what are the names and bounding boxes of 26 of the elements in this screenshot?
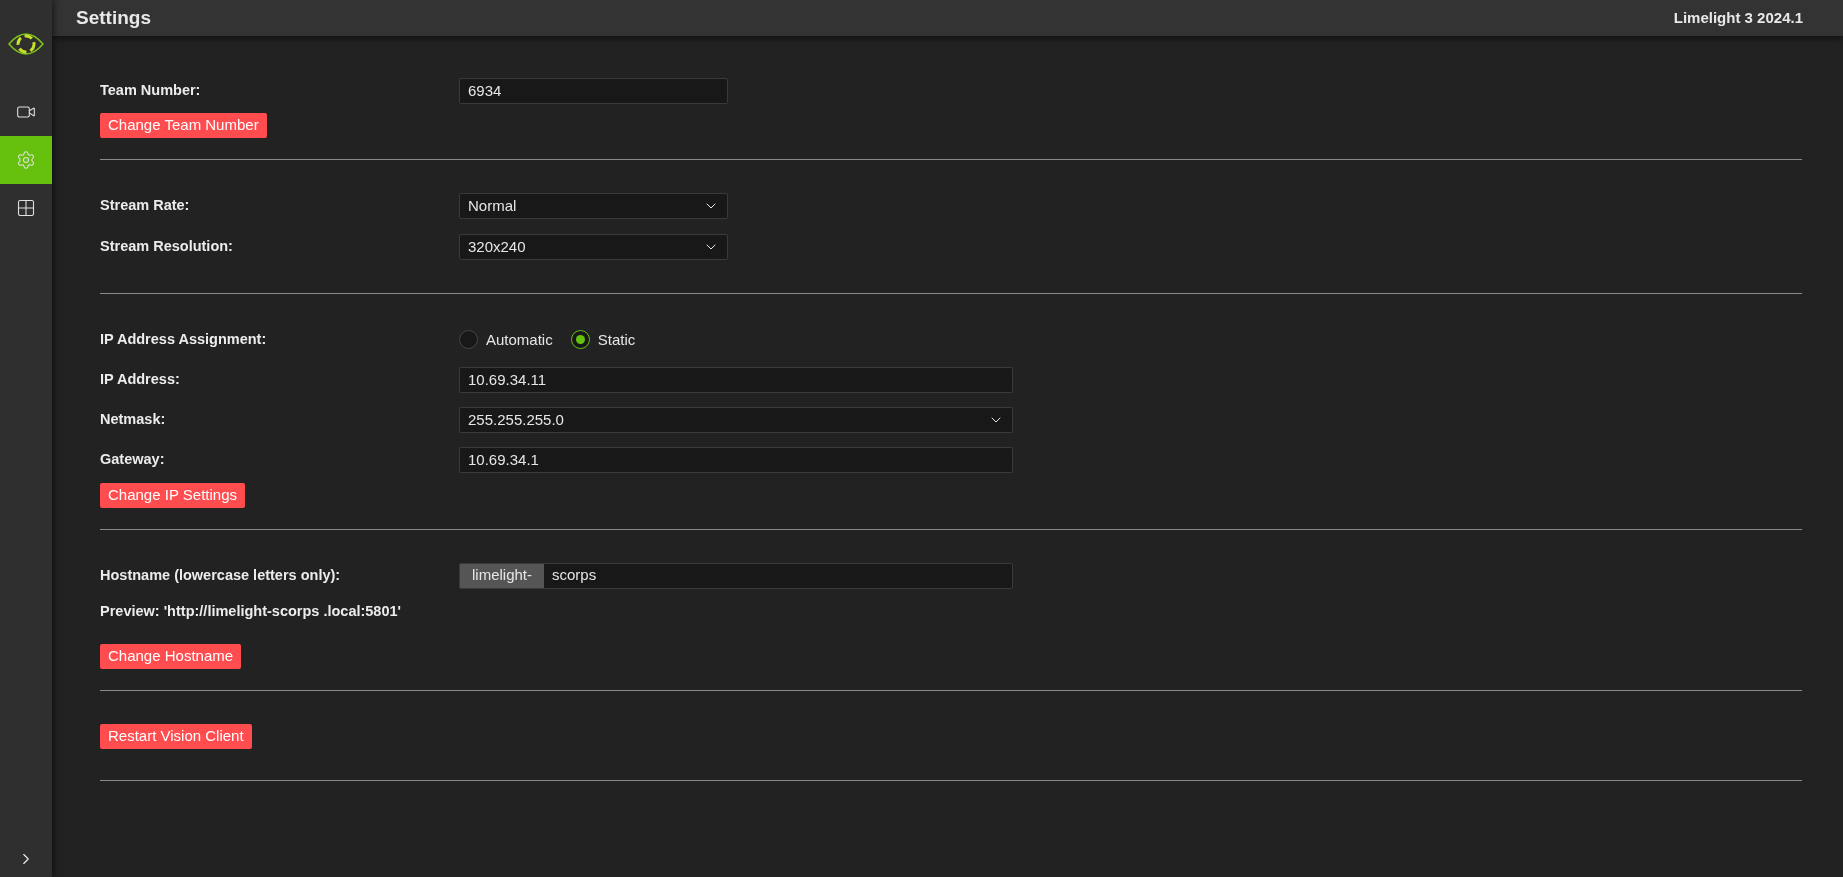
radio-option[interactable]: Automatic [459,328,553,351]
field-label: Stream Resolution: [100,236,234,256]
grid-icon [16,198,36,218]
field-label: Hostname (lowercase letters only): [100,565,342,585]
field-label: Gateway: [100,449,166,469]
hostname-prefix: limelight- [460,563,544,588]
settings-icon [16,150,36,170]
field-label: Stream Rate: [100,195,191,215]
logo-icon [7,30,45,58]
field-label: IP Address: [100,369,181,389]
input-field[interactable]: 10.69.34.11 [459,366,1013,393]
radio-button[interactable] [570,330,590,350]
page-title: Settings [76,5,151,30]
hostname-preview: Preview: 'http://limelight-scorps .local:5801' [100,601,402,621]
field-label: Team Number: [100,81,202,101]
input-field[interactable]: 10.69.34.1 [459,446,1013,473]
field-label: Netmask: [100,409,167,429]
radio-option[interactable]: Static [570,328,636,351]
input-field[interactable]: 6934 [459,78,728,104]
dropdown[interactable]: Normal [459,192,728,219]
radio-button[interactable] [459,330,478,350]
version-label: Limelight 3 2024.1 [1673,7,1803,28]
dropdown[interactable]: 320x240 [459,233,728,260]
hostname-field[interactable]: limelight- scorps [459,562,1013,589]
field-label: IP Address Assignment: [100,329,268,349]
dropdown[interactable]: 255.255.255.0 [459,406,1013,433]
